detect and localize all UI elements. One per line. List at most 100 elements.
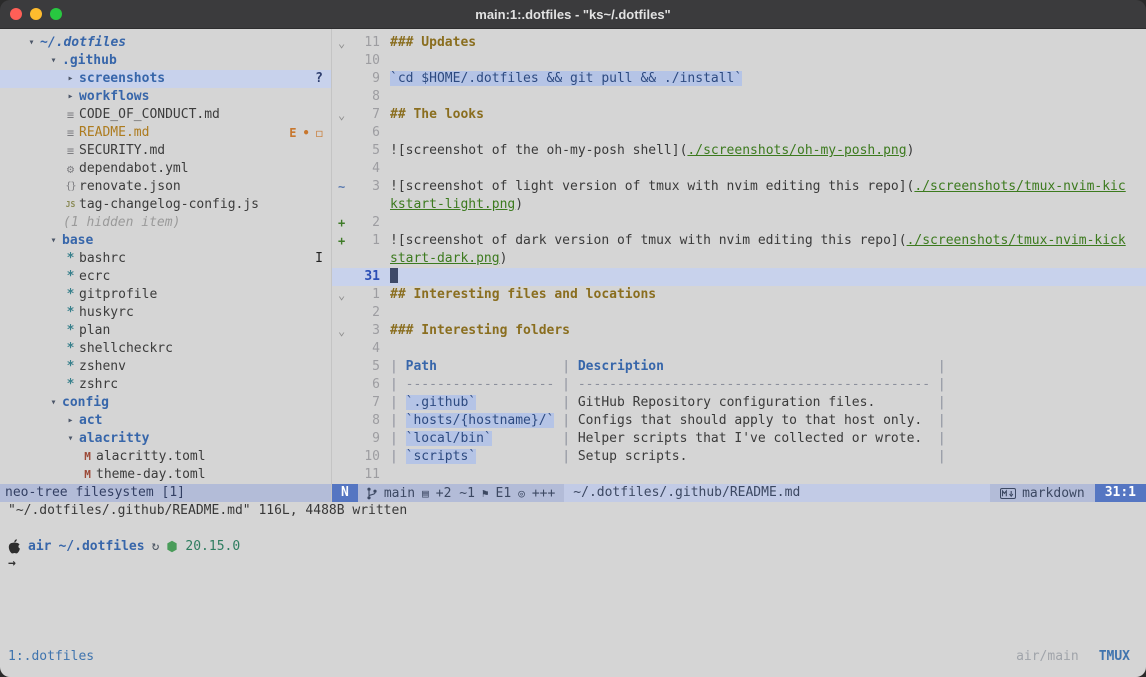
- tree-item-label: bashrc: [79, 250, 126, 268]
- minimize-button[interactable]: [30, 8, 42, 20]
- shell-area[interactable]: air ~/.dotfiles ↻ 20.15.0 →: [0, 537, 1146, 573]
- editor-line[interactable]: start-dark.png): [332, 250, 1146, 268]
- tree-item-label: config: [62, 394, 109, 412]
- editor-line[interactable]: 5![screenshot of the oh-my-posh shell](.…: [332, 142, 1146, 160]
- line-number: 31: [354, 268, 380, 286]
- editor-line[interactable]: 7| `.github` | GitHub Repository configu…: [332, 394, 1146, 412]
- tree-item-gitprofile[interactable]: *gitprofile: [0, 286, 331, 304]
- gutter-fold-column: [332, 304, 354, 322]
- editor-line[interactable]: ⌄11### Updates: [332, 34, 1146, 52]
- git-branch-name: main: [384, 486, 415, 501]
- zoom-button[interactable]: [50, 8, 62, 20]
- editor-line[interactable]: 6: [332, 124, 1146, 142]
- line-number: 2: [354, 304, 380, 322]
- tree-item-base[interactable]: ▾base: [0, 232, 331, 250]
- tree-item-zshenv[interactable]: *zshenv: [0, 358, 331, 376]
- line-number: 9: [354, 430, 380, 448]
- tree-item-shellcheckrc[interactable]: *shellcheckrc: [0, 340, 331, 358]
- tree-item-huskyrc[interactable]: *huskyrc: [0, 304, 331, 322]
- diagnostics-count: E1: [496, 486, 512, 501]
- asterisk-icon: *: [63, 358, 78, 376]
- tree-item-readme-md[interactable]: ≡README.mdE•◻: [0, 124, 331, 142]
- editor-line[interactable]: 8| `hosts/{hostname}/` | Configs that sh…: [332, 412, 1146, 430]
- prompt-cursor-line[interactable]: →: [8, 555, 1146, 573]
- line-text: [380, 160, 390, 178]
- editor-line[interactable]: ⌄1## Interesting files and locations: [332, 286, 1146, 304]
- editor-line[interactable]: kstart-light.png): [332, 196, 1146, 214]
- statusline-filepath: ~/.dotfiles/.github/README.md: [564, 484, 990, 502]
- nodejs-icon: [166, 540, 178, 553]
- editor-line[interactable]: ⌄7## The looks: [332, 106, 1146, 124]
- tree-item-plan[interactable]: *plan: [0, 322, 331, 340]
- tree-item-code-of-conduct-md[interactable]: ≡CODE_OF_CONDUCT.md: [0, 106, 331, 124]
- editor-line[interactable]: 4: [332, 160, 1146, 178]
- asterisk-icon: *: [63, 376, 78, 394]
- editor-buffer[interactable]: ⌄11### Updates109`cd $HOME/.dotfiles && …: [332, 29, 1146, 484]
- editor-line[interactable]: 8: [332, 88, 1146, 106]
- editor-line[interactable]: 10: [332, 52, 1146, 70]
- editor-line[interactable]: 4: [332, 340, 1146, 358]
- asterisk-icon: *: [63, 286, 78, 304]
- editor-line[interactable]: ~3![screenshot of light version of tmux …: [332, 178, 1146, 196]
- editor-line[interactable]: 9`cd $HOME/.dotfiles && git pull && ./in…: [332, 70, 1146, 88]
- prompt-cwd: ~/.dotfiles: [58, 539, 144, 554]
- tree-item-label: alacritty: [79, 430, 149, 448]
- editor-line[interactable]: 9| `local/bin` | Helper scripts that I'v…: [332, 430, 1146, 448]
- editor-line[interactable]: 5| Path | Description |: [332, 358, 1146, 376]
- tree-item-screenshots[interactable]: ▸screenshots?: [0, 70, 331, 88]
- editor-line[interactable]: 31: [332, 268, 1146, 286]
- gutter-fold-column: [332, 448, 354, 466]
- text-segment: ./screenshots/oh-my-posh.png: [687, 143, 906, 158]
- tmux-statusbar: 1:.dotfiles air/main TMUX: [0, 647, 1146, 667]
- text-segment: start-dark.png: [390, 251, 500, 266]
- line-number: [354, 250, 380, 268]
- editor-line[interactable]: ⌄3### Interesting folders: [332, 322, 1146, 340]
- line-text: [380, 466, 390, 484]
- text-segment: `hosts/{hostname}/`: [406, 413, 555, 428]
- line-text: | Path | Description |: [380, 358, 946, 376]
- tree-item-github[interactable]: ▾.github: [0, 52, 331, 70]
- text-segment: [437, 359, 562, 374]
- tree-item-ecrc[interactable]: *ecrc: [0, 268, 331, 286]
- neotree-panel: ▾~/.dotfiles▾.github▸screenshots?▸workfl…: [0, 29, 331, 502]
- tree-item-label: base: [62, 232, 93, 250]
- asterisk-icon: *: [63, 250, 78, 268]
- tree-item-act[interactable]: ▸act: [0, 412, 331, 430]
- tree-item-workflows[interactable]: ▸workflows: [0, 88, 331, 106]
- tree-item-badges: ?: [315, 70, 323, 88]
- prompt-hostname: air: [28, 539, 51, 554]
- editor-line[interactable]: +1![screenshot of dark version of tmux w…: [332, 232, 1146, 250]
- close-button[interactable]: [10, 8, 22, 20]
- tmux-window-label[interactable]: 1:.dotfiles: [8, 647, 94, 667]
- tree-item-dotfiles[interactable]: ▾~/.dotfiles: [0, 34, 331, 52]
- editor-line[interactable]: 11: [332, 466, 1146, 484]
- tree-item-alacritty[interactable]: ▾alacritty: [0, 430, 331, 448]
- vim-mode-indicator: N: [332, 484, 358, 502]
- text-segment: |: [390, 449, 406, 464]
- gutter-fold-column: [332, 142, 354, 160]
- text-segment: [476, 449, 562, 464]
- toml-icon: M: [80, 448, 95, 466]
- tree-item-label: alacritty.toml: [96, 448, 206, 466]
- editor-line[interactable]: +2: [332, 214, 1146, 232]
- tree-item-config[interactable]: ▾config: [0, 394, 331, 412]
- editor-line[interactable]: 6| ------------------- | ---------------…: [332, 376, 1146, 394]
- editor-line[interactable]: 10| `scripts` | Setup scripts. |: [332, 448, 1146, 466]
- tree-item-1-hidden-item[interactable]: (1 hidden item): [0, 214, 331, 232]
- line-number: [354, 196, 380, 214]
- tree-item-tag-changelog-config-js[interactable]: JStag-changelog-config.js: [0, 196, 331, 214]
- tree-item-alacritty-toml[interactable]: Malacritty.toml: [0, 448, 331, 466]
- tree-item-zshrc[interactable]: *zshrc: [0, 376, 331, 394]
- text-segment: |: [938, 449, 946, 464]
- text-segment: Helper scripts that I've collected or wr…: [578, 431, 922, 446]
- tree-item-security-md[interactable]: ≡SECURITY.md: [0, 142, 331, 160]
- gutter-fold-column: [332, 268, 354, 286]
- tree-item-theme-day-toml[interactable]: Mtheme-day.toml: [0, 466, 331, 484]
- tree-item-dependabot-yml[interactable]: ⚙dependabot.yml: [0, 160, 331, 178]
- line-text: ![screenshot of light version of tmux wi…: [380, 178, 1126, 196]
- tree-item-renovate-json[interactable]: {}renovate.json: [0, 178, 331, 196]
- editor-line[interactable]: 2: [332, 304, 1146, 322]
- text-segment: ): [515, 197, 523, 212]
- tree-item-bashrc[interactable]: *bashrcI: [0, 250, 331, 268]
- tree-item-label: screenshots: [79, 70, 165, 88]
